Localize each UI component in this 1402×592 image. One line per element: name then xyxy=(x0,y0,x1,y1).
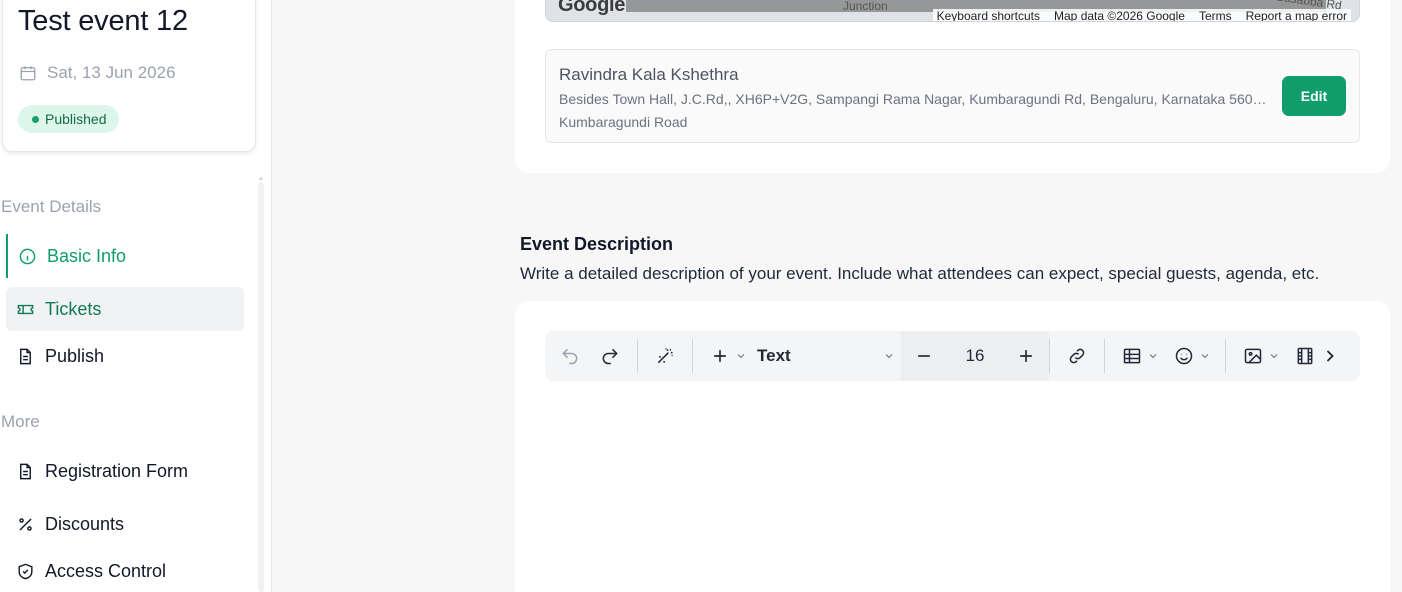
toolbar-divider xyxy=(692,339,693,373)
chevron-down-icon xyxy=(737,354,745,359)
event-date: Sat, 13 Jun 2026 xyxy=(19,63,176,83)
status-dot-icon xyxy=(32,115,39,123)
sidebar-item-access-control[interactable]: Access Control xyxy=(6,549,244,592)
video-icon xyxy=(1297,347,1313,365)
map-label-junction: Junction xyxy=(843,0,888,13)
minus-icon xyxy=(918,355,930,357)
insert-table-button[interactable] xyxy=(1117,341,1147,371)
document-icon xyxy=(20,463,31,479)
editor-toolbar: Text 16 xyxy=(545,331,1360,381)
calendar-icon xyxy=(20,66,36,81)
emoji-dropdown[interactable] xyxy=(1199,349,1213,363)
sidebar-item-label: Access Control xyxy=(45,560,167,581)
font-size-value[interactable]: 16 xyxy=(966,346,985,366)
emoji-icon xyxy=(1175,347,1193,365)
sidebar: Test event 12 Sat, 13 Jun 2026 Published… xyxy=(0,0,272,592)
insert-link-button[interactable] xyxy=(1062,341,1092,371)
sidebar-item-tickets[interactable]: Tickets xyxy=(6,287,244,331)
toolbar-divider xyxy=(1225,339,1226,373)
table-dropdown[interactable] xyxy=(1147,349,1161,363)
sidebar-item-label: Discounts xyxy=(45,513,125,534)
sidebar-item-registration-form[interactable]: Registration Form xyxy=(6,449,244,493)
sidebar-item-label: Registration Form xyxy=(45,460,189,481)
map-data-attribution: Map data ©2026 Google xyxy=(1054,9,1185,22)
section-label-event-details: Event Details xyxy=(1,197,102,216)
sidebar-item-label: Tickets xyxy=(45,298,102,319)
chevron-down-icon xyxy=(1149,354,1157,359)
google-logo: Google xyxy=(558,0,626,16)
section-label-more: More xyxy=(1,412,40,431)
magic-wand-icon xyxy=(657,348,673,364)
percent-icon xyxy=(19,517,32,531)
sidebar-item-label: Basic Info xyxy=(47,245,127,266)
venue-address-box: Ravindra Kala Kshethra Besides Town Hall… xyxy=(545,49,1360,143)
insert-dropdown[interactable] xyxy=(735,349,749,363)
increase-font-size-button[interactable] xyxy=(1011,341,1041,371)
event-date-text: Sat, 13 Jun 2026 xyxy=(47,63,176,82)
image-icon xyxy=(1244,348,1262,364)
venue-address: Besides Town Hall, J.C.Rd,, XH6P+V2G, Sa… xyxy=(559,91,1274,107)
chevron-down-icon xyxy=(1270,354,1278,359)
event-title: Test event 12 xyxy=(18,5,188,37)
chevron-down-icon xyxy=(885,354,893,359)
venue-name: Ravindra Kala Kshethra xyxy=(559,65,739,84)
redo-button[interactable] xyxy=(595,341,625,371)
sidebar-item-discounts[interactable]: Discounts xyxy=(6,502,244,546)
document-icon xyxy=(20,348,31,364)
insert-emoji-button[interactable] xyxy=(1169,341,1199,371)
status-badge: Published xyxy=(18,105,119,133)
chevron-right-icon xyxy=(1326,350,1334,362)
venue-road: Kumbaragundi Road xyxy=(559,114,688,130)
sidebar-item-basic-info[interactable]: Basic Info xyxy=(6,234,244,278)
map-report-error-link[interactable]: Report a map error xyxy=(1246,9,1347,21)
description-title: Event Description xyxy=(520,234,674,254)
plus-icon xyxy=(1020,350,1032,362)
description-subtitle: Write a detailed description of your eve… xyxy=(520,264,1320,283)
insert-video-button[interactable] xyxy=(1290,341,1320,371)
redo-icon xyxy=(602,348,618,365)
edit-venue-button[interactable]: Edit xyxy=(1282,76,1346,116)
toolbar-divider xyxy=(1049,339,1050,373)
undo-button[interactable] xyxy=(555,341,585,371)
shield-icon xyxy=(18,563,33,579)
map-terms-link[interactable]: Terms xyxy=(1199,9,1232,21)
toolbar-more-button[interactable] xyxy=(1320,341,1340,371)
table-icon xyxy=(1123,348,1141,364)
description-editor-content[interactable] xyxy=(545,395,1360,592)
insert-image-button[interactable] xyxy=(1238,341,1268,371)
map-keyboard-shortcuts-link[interactable]: Keyboard shortcuts xyxy=(937,9,1040,21)
sidebar-item-label: Publish xyxy=(45,345,105,366)
map-footer: Keyboard shortcuts Map data ©2026 Google… xyxy=(932,9,1351,22)
insert-block-button[interactable] xyxy=(705,341,735,371)
link-icon xyxy=(1069,348,1085,364)
info-icon xyxy=(19,248,36,264)
plus-icon xyxy=(714,350,726,362)
block-type-value: Text xyxy=(757,346,791,365)
ticket-icon xyxy=(17,304,34,314)
ai-magic-button[interactable] xyxy=(650,341,680,371)
block-type-select[interactable]: Text xyxy=(749,339,899,373)
status-badge-label: Published xyxy=(45,111,107,127)
sidebar-scrollbar[interactable] xyxy=(258,176,264,592)
undo-icon xyxy=(562,348,578,365)
toolbar-divider xyxy=(637,339,638,373)
event-summary-card: Test event 12 Sat, 13 Jun 2026 Published xyxy=(2,0,256,152)
image-dropdown[interactable] xyxy=(1268,349,1282,363)
toolbar-divider xyxy=(1104,339,1105,373)
chevron-down-icon xyxy=(1201,354,1209,359)
sidebar-item-publish[interactable]: Publish xyxy=(6,334,244,378)
decrease-font-size-button[interactable] xyxy=(909,341,939,371)
font-size-stepper: 16 xyxy=(901,331,1049,381)
map-view[interactable]: Google Junction Sasabba Rd Keyboard shor… xyxy=(545,0,1360,22)
